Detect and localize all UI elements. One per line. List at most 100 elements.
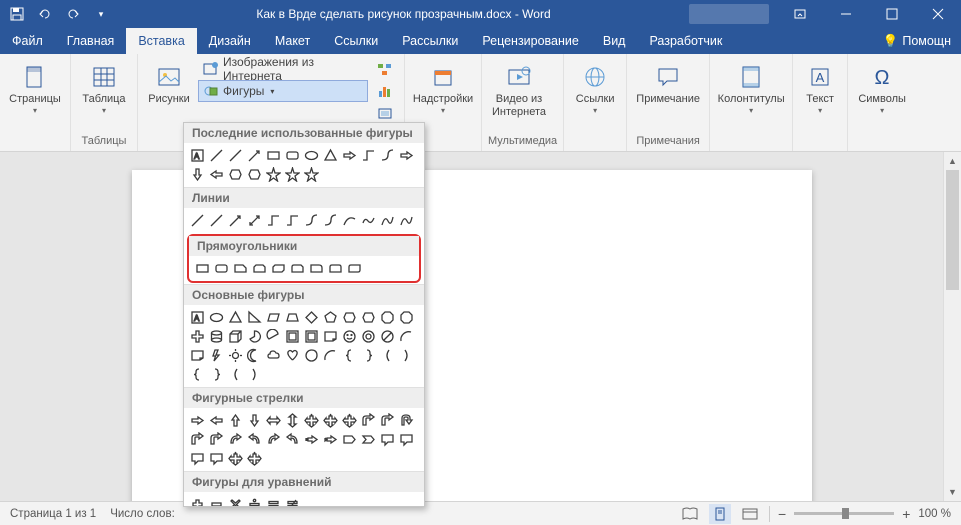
shape-arrCurveL[interactable] bbox=[245, 430, 264, 449]
shape-rnd2same[interactable] bbox=[326, 259, 345, 278]
shape-arrL[interactable] bbox=[207, 411, 226, 430]
pictures-button[interactable]: Рисунки bbox=[144, 58, 194, 109]
pages-button[interactable]: Страницы ▾ bbox=[6, 58, 64, 118]
zoom-level[interactable]: 100 % bbox=[918, 508, 951, 520]
scroll-thumb[interactable] bbox=[946, 170, 959, 290]
shape-arrL[interactable] bbox=[207, 165, 226, 184]
shape-arr4[interactable] bbox=[302, 411, 321, 430]
shape-arrD[interactable] bbox=[188, 165, 207, 184]
online-pictures-button[interactable]: Изображения из Интернета bbox=[198, 58, 368, 80]
shape-arrR[interactable] bbox=[340, 146, 359, 165]
shape-lineArrow[interactable] bbox=[226, 211, 245, 230]
web-layout-button[interactable] bbox=[739, 504, 761, 524]
tell-me[interactable]: 💡 Помощн bbox=[873, 28, 961, 54]
shape-cube[interactable] bbox=[226, 327, 245, 346]
shape-sun[interactable] bbox=[226, 346, 245, 365]
shape-arr4[interactable] bbox=[226, 449, 245, 468]
shape-noent[interactable] bbox=[378, 327, 397, 346]
shape-lbrk[interactable] bbox=[188, 365, 207, 384]
scroll-down-icon[interactable]: ▼ bbox=[944, 483, 961, 501]
shape-arrBent[interactable] bbox=[188, 430, 207, 449]
shape-arrCurveR[interactable] bbox=[226, 430, 245, 449]
shape-oval[interactable] bbox=[207, 308, 226, 327]
shape-frame[interactable] bbox=[302, 327, 321, 346]
shape-cloud[interactable] bbox=[264, 346, 283, 365]
shape-oval[interactable] bbox=[302, 146, 321, 165]
headerfooter-button[interactable]: Колонтитулы ▾ bbox=[716, 58, 786, 118]
shape-para[interactable] bbox=[264, 308, 283, 327]
shape-callRect[interactable] bbox=[188, 449, 207, 468]
save-button[interactable] bbox=[4, 2, 30, 26]
shape-snip1[interactable] bbox=[231, 259, 250, 278]
shape-oct[interactable] bbox=[378, 308, 397, 327]
undo-button[interactable] bbox=[32, 2, 58, 26]
tab-layout[interactable]: Макет bbox=[263, 28, 322, 54]
shape-folded[interactable] bbox=[188, 346, 207, 365]
shape-arrBent[interactable] bbox=[378, 411, 397, 430]
addins-button[interactable]: Надстройки ▾ bbox=[411, 58, 475, 118]
shape-arrBent[interactable] bbox=[359, 411, 378, 430]
comment-button[interactable]: Примечание bbox=[633, 58, 703, 109]
shape-arrBent[interactable] bbox=[207, 430, 226, 449]
shape-arr4[interactable] bbox=[340, 411, 359, 430]
shape-star5[interactable] bbox=[302, 165, 321, 184]
shape-free[interactable] bbox=[397, 211, 416, 230]
tab-developer[interactable]: Разработчик bbox=[637, 28, 734, 54]
shape-eqMinus[interactable] bbox=[207, 495, 226, 507]
shape-rpar[interactable] bbox=[245, 365, 264, 384]
status-page[interactable]: Страница 1 из 1 bbox=[10, 508, 96, 520]
shape-line[interactable] bbox=[188, 211, 207, 230]
tab-mailings[interactable]: Рассылки bbox=[390, 28, 470, 54]
shape-rpar[interactable] bbox=[397, 346, 416, 365]
shape-donut[interactable] bbox=[359, 327, 378, 346]
shape-arrChev[interactable] bbox=[359, 430, 378, 449]
shape-rect[interactable] bbox=[193, 259, 212, 278]
shape-moon[interactable] bbox=[245, 346, 264, 365]
shape-hex[interactable] bbox=[359, 308, 378, 327]
shape-scribble[interactable] bbox=[359, 211, 378, 230]
screenshot-button[interactable] bbox=[372, 102, 398, 124]
tab-references[interactable]: Ссылки bbox=[322, 28, 390, 54]
zoom-in-button[interactable]: + bbox=[902, 506, 910, 522]
shape-can[interactable] bbox=[207, 327, 226, 346]
shape-rect[interactable] bbox=[264, 146, 283, 165]
shape-connCurve[interactable] bbox=[302, 211, 321, 230]
shape-eqMult[interactable] bbox=[226, 495, 245, 507]
zoom-slider[interactable] bbox=[794, 512, 894, 515]
tab-design[interactable]: Дизайн bbox=[197, 28, 263, 54]
chart-button[interactable] bbox=[372, 80, 398, 102]
shape-folded[interactable] bbox=[321, 327, 340, 346]
shape-sniprnd[interactable] bbox=[288, 259, 307, 278]
tab-insert[interactable]: Вставка bbox=[126, 28, 196, 54]
shape-smile[interactable] bbox=[340, 327, 359, 346]
shape-connCurve[interactable] bbox=[321, 211, 340, 230]
zoom-out-button[interactable]: − bbox=[778, 506, 786, 522]
shape-arrUturn[interactable] bbox=[397, 411, 416, 430]
shape-snip2diag[interactable] bbox=[269, 259, 288, 278]
shape-frame[interactable] bbox=[283, 327, 302, 346]
user-account[interactable] bbox=[689, 4, 769, 24]
shape-hex[interactable] bbox=[226, 165, 245, 184]
shape-trap[interactable] bbox=[283, 308, 302, 327]
shape-conn[interactable] bbox=[264, 211, 283, 230]
shape-chord[interactable] bbox=[264, 327, 283, 346]
shape-callRect[interactable] bbox=[397, 430, 416, 449]
shape-line[interactable] bbox=[207, 211, 226, 230]
shape-tri[interactable] bbox=[226, 308, 245, 327]
vertical-scrollbar[interactable]: ▲ ▼ bbox=[943, 152, 961, 501]
shape-arrR[interactable] bbox=[188, 411, 207, 430]
shape-eqNeq[interactable] bbox=[283, 495, 302, 507]
shape-rrect[interactable] bbox=[212, 259, 231, 278]
shape-tri[interactable] bbox=[321, 146, 340, 165]
minimize-button[interactable] bbox=[823, 0, 869, 28]
shape-rrect[interactable] bbox=[283, 146, 302, 165]
close-button[interactable] bbox=[915, 0, 961, 28]
print-layout-button[interactable] bbox=[709, 504, 731, 524]
shape-arrUD[interactable] bbox=[283, 411, 302, 430]
shape-callRect[interactable] bbox=[207, 449, 226, 468]
shape-plus[interactable] bbox=[188, 327, 207, 346]
tab-view[interactable]: Вид bbox=[591, 28, 638, 54]
links-button[interactable]: Ссылки ▾ bbox=[570, 58, 620, 118]
shape-hex[interactable] bbox=[340, 308, 359, 327]
shape-textbox[interactable]: A bbox=[188, 308, 207, 327]
